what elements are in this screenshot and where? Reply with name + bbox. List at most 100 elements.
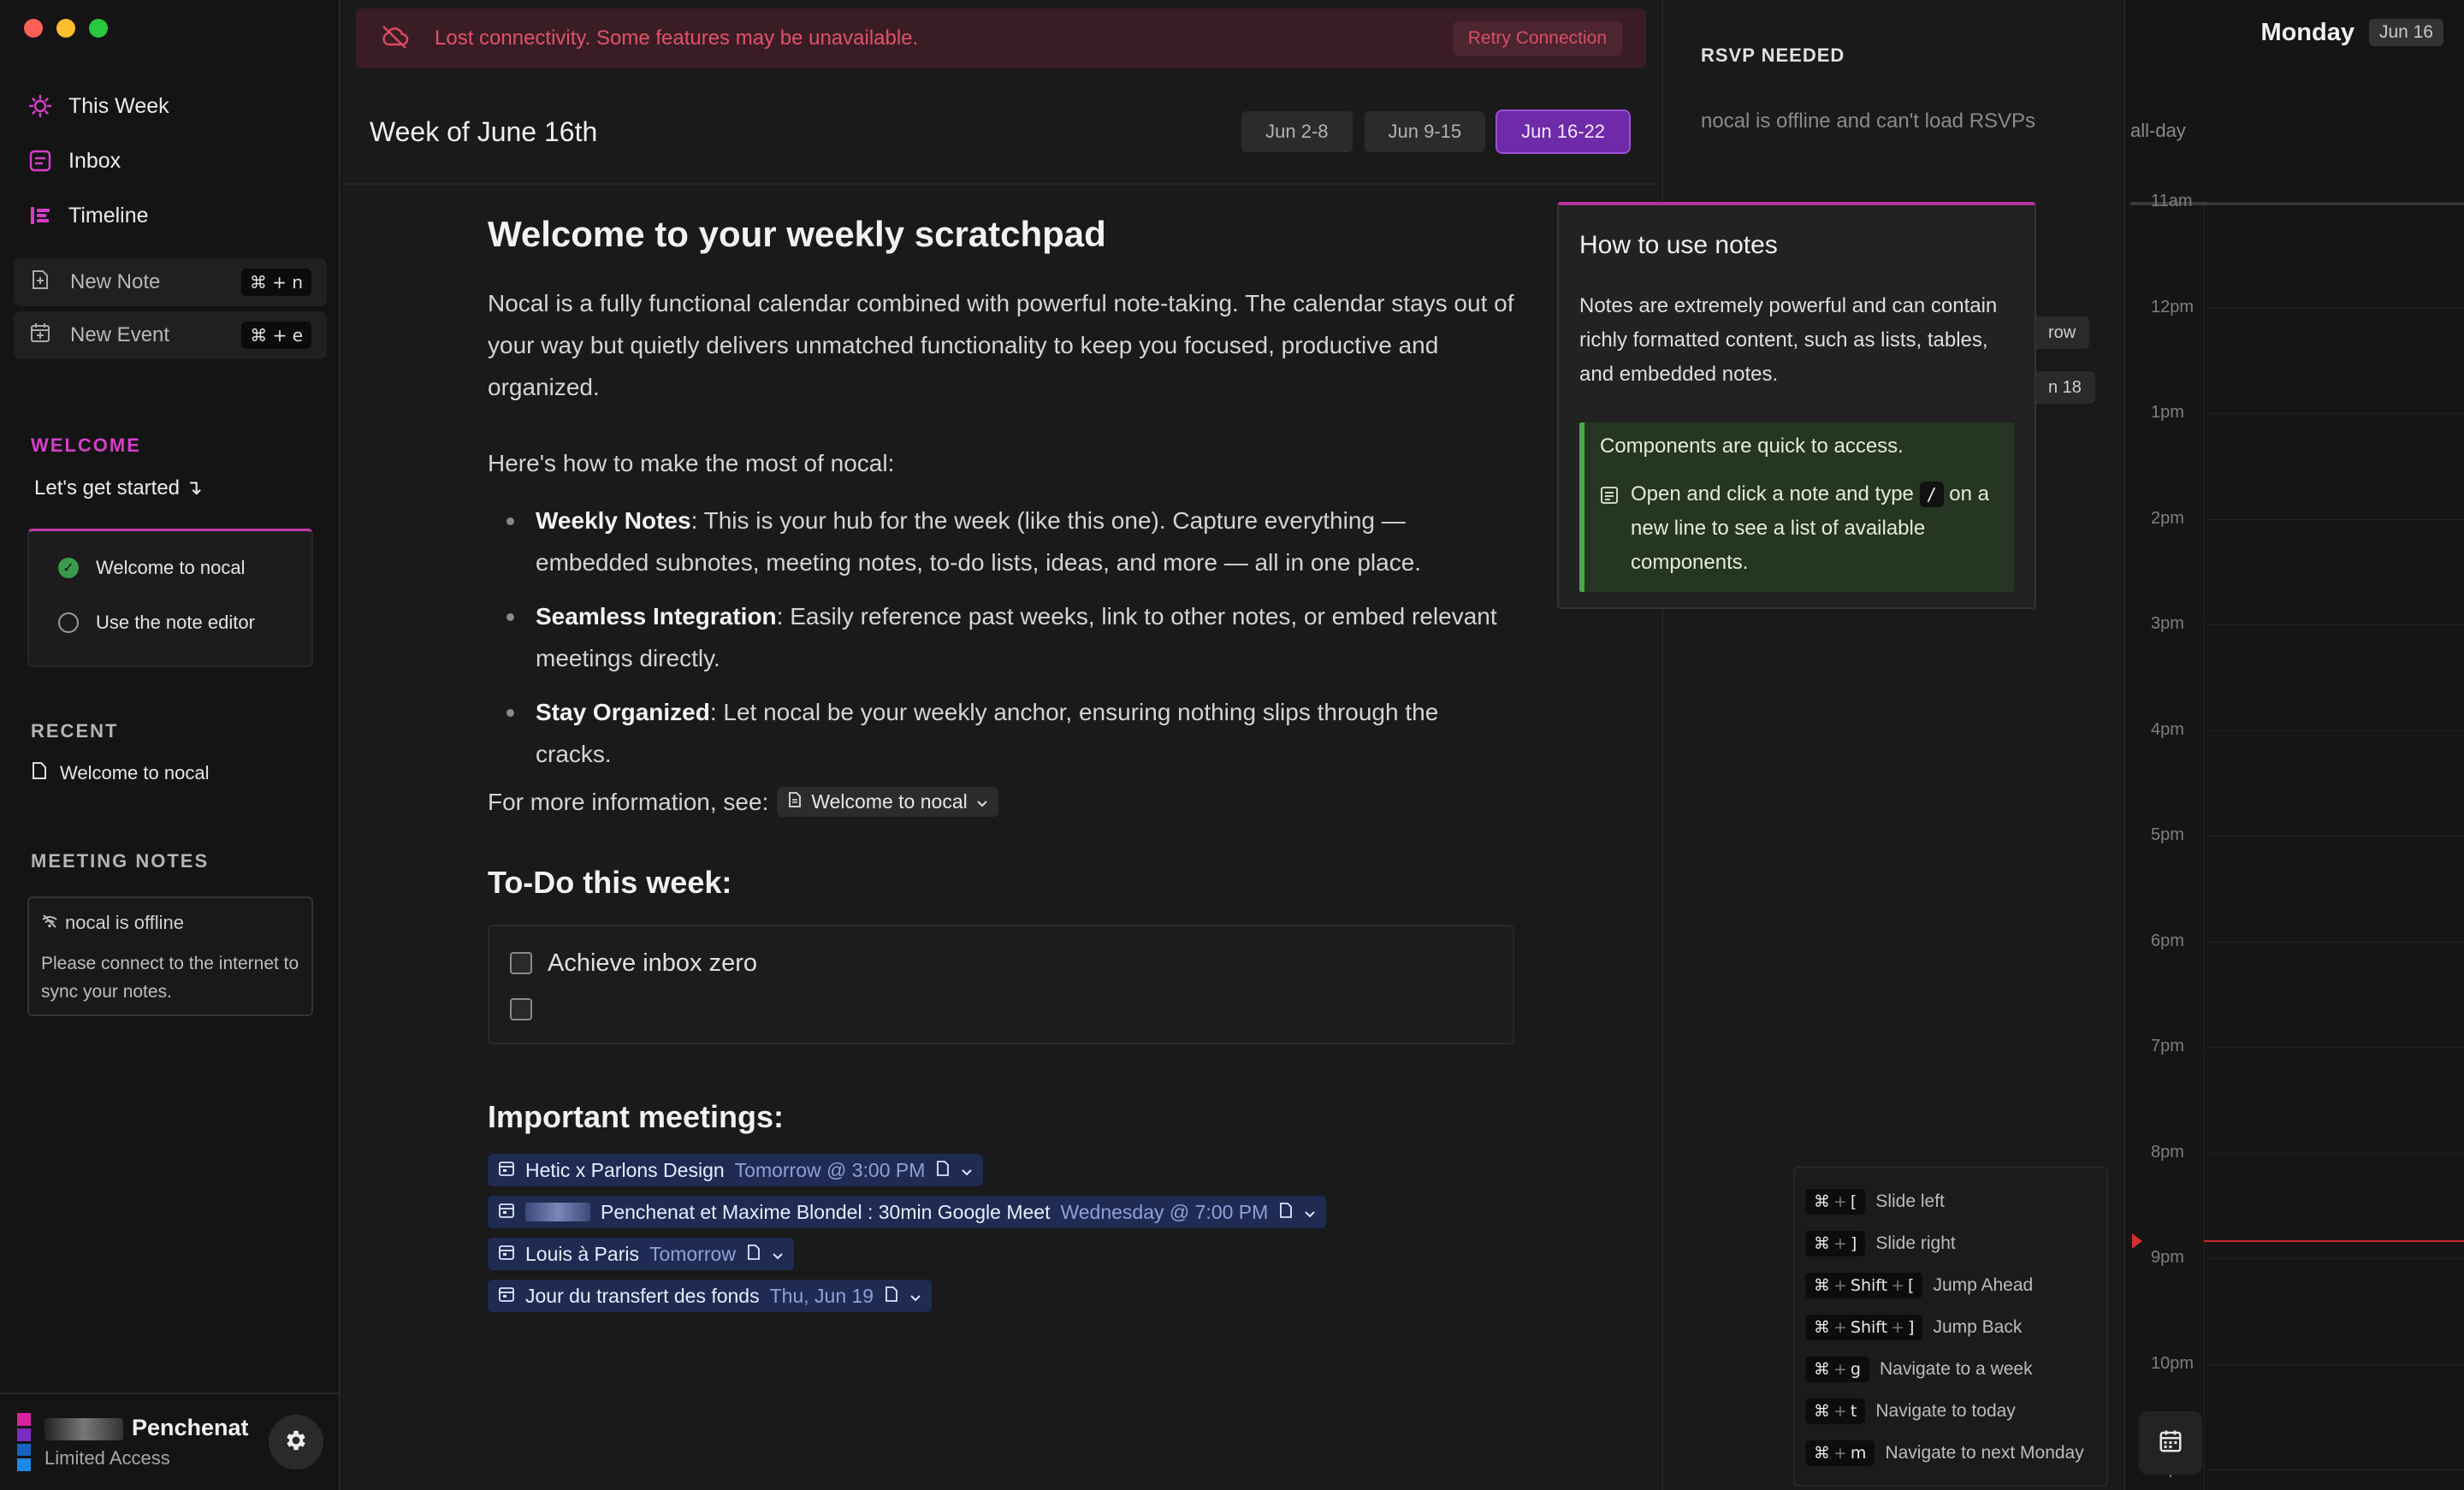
- tab-jun-16-22[interactable]: Jun 16-22: [1496, 109, 1631, 154]
- sidebar-item-timeline[interactable]: Timeline: [27, 197, 149, 234]
- new-event-button[interactable]: New Event ⌘ + e: [14, 311, 327, 359]
- shortcut-key: ⌘: [1814, 1443, 1830, 1463]
- meeting-chip[interactable]: Jour du transfert des fonds Thu, Jun 19: [488, 1280, 933, 1312]
- how-to-use-notes-popover: How to use notes Notes are extremely pow…: [1557, 202, 2036, 609]
- checklist-item-label: Use the note editor: [96, 612, 255, 633]
- list-item[interactable]: Seamless Integration: Easily reference p…: [488, 595, 1514, 679]
- list-item[interactable]: Stay Organized: Let nocal be your weekly…: [488, 691, 1514, 775]
- calendar-icon: [498, 1201, 515, 1224]
- shortcut-key: ⌘: [1814, 1359, 1830, 1379]
- shortcut-key: m: [1850, 1443, 1867, 1463]
- shortcut-row: ⌘ + Shift +[Jump Ahead: [1805, 1264, 2096, 1306]
- user-name[interactable]: Penchenat: [132, 1415, 249, 1441]
- hour-gridline: [2207, 1469, 2464, 1470]
- all-day-label: all-day: [2130, 120, 2186, 141]
- offline-body: Please connect to the internet to sync y…: [41, 954, 299, 1002]
- note-editor[interactable]: Welcome to your weekly scratchpad Nocal …: [488, 214, 1514, 1321]
- retry-connection-button[interactable]: Retry Connection: [1452, 21, 1622, 56]
- minimize-window-button[interactable]: [56, 19, 75, 38]
- shortcut-keys: ⌘ +]: [1805, 1230, 1866, 1256]
- meeting-notes-section-label: MEETING NOTES: [31, 850, 210, 872]
- shortcut-row: ⌘ + Shift +] Jump Back: [1805, 1306, 2096, 1348]
- hour-label: 4pm: [2151, 719, 2184, 739]
- shortcut-keys: ⌘ +[: [1805, 1188, 1866, 1215]
- new-note-shortcut: ⌘ + n: [240, 269, 311, 296]
- meeting-chip[interactable]: Louis à Paris Tomorrow: [488, 1238, 794, 1270]
- calendar-icon: [2158, 1428, 2183, 1458]
- shortcut-key: ⌘: [1814, 1317, 1830, 1337]
- note-icon: [884, 1285, 899, 1308]
- todo-item[interactable]: Achieve inbox zero: [510, 940, 1492, 986]
- meetings-heading[interactable]: Important meetings:: [488, 1099, 1514, 1135]
- redacted-first-name: [44, 1418, 123, 1440]
- todo-list: Achieve inbox zero: [488, 925, 1514, 1044]
- sidebar-item-label: Inbox: [68, 148, 121, 173]
- shortcut-row: ⌘ + t Navigate to today: [1805, 1390, 2096, 1432]
- list-item[interactable]: Weekly Notes: This is your hub for the w…: [488, 500, 1514, 583]
- todo-checkbox[interactable]: [510, 998, 532, 1020]
- shortcut-key: ⌘: [1814, 1233, 1830, 1253]
- calendar-button[interactable]: [2139, 1411, 2202, 1475]
- hour-gridline: [2207, 202, 2464, 203]
- embedded-note-link[interactable]: Welcome to nocal: [777, 787, 998, 817]
- todo-item[interactable]: [510, 986, 1492, 1032]
- todo-label[interactable]: Achieve inbox zero: [548, 949, 757, 978]
- note-icon: [787, 790, 803, 813]
- more-info-line: For more information, see: Welcome to no…: [488, 787, 1514, 817]
- keyboard-shortcuts-panel: ⌘ +[Slide left ⌘ +] Slide right ⌘ + Shift +[Jump…: [1793, 1167, 2108, 1487]
- shortcut-key: ⌘: [1814, 1401, 1830, 1421]
- tab-jun-2-8[interactable]: Jun 2-8: [1241, 111, 1353, 152]
- new-event-icon: [29, 322, 51, 350]
- shortcut-key: ]: [1908, 1317, 1915, 1337]
- shortcut-label: Jump Ahead: [1933, 1274, 2034, 1295]
- note-intro[interactable]: Nocal is a fully functional calendar com…: [488, 282, 1514, 408]
- recent-item-label: Welcome to nocal: [60, 762, 210, 783]
- welcome-checklist: ✓ Welcome to nocal Use the note editor: [27, 529, 313, 667]
- shortcut-key: ⌘: [1814, 1191, 1830, 1211]
- todo-heading[interactable]: To-Do this week:: [488, 865, 1514, 901]
- chevron-down-icon: [1304, 1201, 1316, 1224]
- sidebar-item-this-week[interactable]: This Week: [27, 87, 169, 125]
- plus-separator: +: [1891, 1275, 1905, 1295]
- callout-lead: Components are quick to access.: [1600, 435, 1904, 458]
- sidebar-item-label: Timeline: [68, 203, 149, 228]
- hour-label: 3pm: [2151, 614, 2184, 633]
- chevron-down-icon: [909, 1285, 921, 1308]
- wifi-off-icon: [41, 912, 58, 934]
- close-window-button[interactable]: [24, 19, 43, 38]
- meeting-chip[interactable]: Penchenat et Maxime Blondel : 30min Goog…: [488, 1196, 1327, 1228]
- new-note-label: New Note: [70, 270, 161, 293]
- meeting-time: Tomorrow @ 3:00 PM: [734, 1158, 926, 1181]
- new-note-button[interactable]: New Note ⌘ + n: [14, 258, 327, 306]
- note-title[interactable]: Welcome to your weekly scratchpad: [488, 214, 1514, 255]
- more-info-text: For more information, see:: [488, 788, 769, 815]
- meeting-title: Hetic x Parlons Design: [525, 1158, 725, 1181]
- week-title: Week of June 16th: [370, 116, 598, 147]
- bullet-bold: Seamless Integration: [536, 603, 777, 630]
- day-name[interactable]: Monday: [2260, 19, 2354, 47]
- hour-label: 5pm: [2151, 825, 2184, 844]
- note-icon: [746, 1243, 761, 1266]
- zoom-window-button[interactable]: [89, 19, 108, 38]
- hour-gridline: [2207, 1258, 2464, 1259]
- shortcut-key: t: [1850, 1401, 1857, 1421]
- day-date-badge: Jun 16: [2368, 19, 2443, 46]
- checklist-item-welcome[interactable]: ✓ Welcome to nocal: [58, 557, 245, 579]
- todo-checkbox[interactable]: [510, 952, 532, 974]
- recent-item-welcome[interactable]: Welcome to nocal: [31, 761, 209, 785]
- settings-button[interactable]: [269, 1415, 323, 1469]
- checklist-item-note-editor[interactable]: Use the note editor: [58, 612, 255, 634]
- sidebar-item-inbox[interactable]: Inbox: [27, 142, 121, 180]
- new-note-icon: [29, 269, 51, 297]
- hour-gridline: [2207, 836, 2464, 837]
- hour-label: 12pm: [2151, 297, 2194, 316]
- getting-started-toggle[interactable]: Let's get started ↴: [34, 476, 203, 500]
- check-complete-icon: ✓: [58, 558, 79, 578]
- note-howto[interactable]: Here's how to make the most of nocal:: [488, 442, 1514, 484]
- meeting-chip[interactable]: Hetic x Parlons Design Tomorrow @ 3:00 P…: [488, 1154, 984, 1186]
- calendar-icon: [498, 1159, 515, 1182]
- shortcut-key: ]: [1850, 1233, 1857, 1253]
- tab-jun-9-15[interactable]: Jun 9-15: [1364, 111, 1486, 152]
- callout-text: Open and click a note and type / on a ne…: [1631, 477, 1999, 580]
- meeting-time: Wednesday @ 7:00 PM: [1060, 1200, 1269, 1223]
